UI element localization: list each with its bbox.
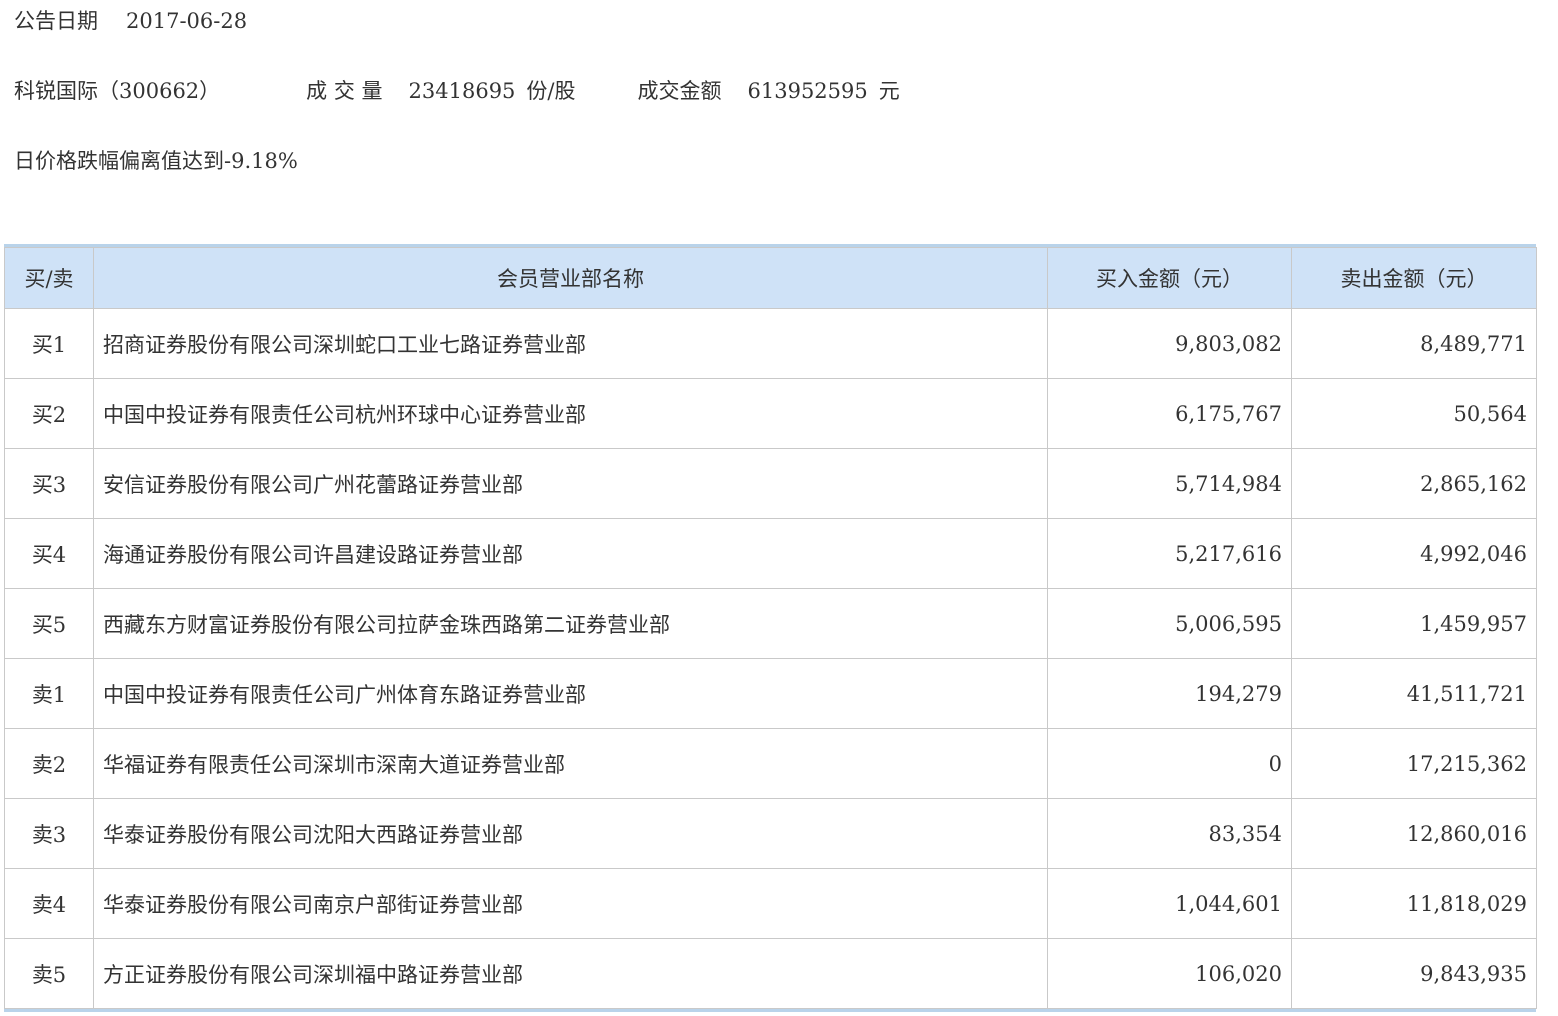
row-side: 买3 bbox=[4, 448, 94, 519]
row-sell-amount: 1,459,957 bbox=[1291, 588, 1537, 659]
row-side: 买4 bbox=[4, 518, 94, 589]
row-buy-amount: 5,714,984 bbox=[1047, 448, 1292, 519]
row-side: 买1 bbox=[4, 308, 94, 379]
table-row: 买4 海通证券股份有限公司许昌建设路证券营业部 5,217,616 4,992,… bbox=[4, 518, 1537, 589]
table-row: 卖2 华福证券有限责任公司深圳市深南大道证券营业部 0 17,215,362 bbox=[4, 728, 1537, 799]
table-row: 卖1 中国中投证券有限责任公司广州体育东路证券营业部 194,279 41,51… bbox=[4, 658, 1537, 729]
table-row: 卖4 华泰证券股份有限公司南京户部街证券营业部 1,044,601 11,818… bbox=[4, 868, 1537, 939]
row-buy-amount: 6,175,767 bbox=[1047, 378, 1292, 449]
row-side: 卖2 bbox=[4, 728, 94, 799]
stock-summary-line: 科锐国际（300662） 成 交 量 23418695 份/股 成交金额 61395259… bbox=[14, 76, 900, 106]
row-sell-amount: 8,489,771 bbox=[1291, 308, 1537, 379]
row-branch-name: 中国中投证券有限责任公司杭州环球中心证券营业部 bbox=[93, 378, 1048, 449]
row-sell-amount: 4,992,046 bbox=[1291, 518, 1537, 589]
row-branch-name: 华福证券有限责任公司深圳市深南大道证券营业部 bbox=[93, 728, 1048, 799]
row-side: 卖5 bbox=[4, 938, 94, 1009]
trading-seats-table-container: 买/卖 会员营业部名称 买入金额（元） 卖出金额（元） 买1 招商证券股份有限公… bbox=[4, 244, 1537, 1012]
table-row: 买5 西藏东方财富证券股份有限公司拉萨金珠西路第二证券营业部 5,006,595… bbox=[4, 588, 1537, 659]
row-sell-amount: 11,818,029 bbox=[1291, 868, 1537, 939]
row-branch-name: 安信证券股份有限公司广州花蕾路证券营业部 bbox=[93, 448, 1048, 519]
row-buy-amount: 83,354 bbox=[1047, 798, 1292, 869]
row-buy-amount: 106,020 bbox=[1047, 938, 1292, 1009]
amount-label: 成交金额 bbox=[637, 79, 722, 103]
row-buy-amount: 0 bbox=[1047, 728, 1292, 799]
announcement-date-label: 公告日期 bbox=[14, 9, 98, 33]
row-sell-amount: 17,215,362 bbox=[1291, 728, 1537, 799]
row-buy-amount: 5,006,595 bbox=[1047, 588, 1292, 659]
row-sell-amount: 41,511,721 bbox=[1291, 658, 1537, 729]
volume-label: 成 交 量 bbox=[306, 79, 383, 103]
volume-value: 23418695 bbox=[408, 79, 516, 103]
row-branch-name: 西藏东方财富证券股份有限公司拉萨金珠西路第二证券营业部 bbox=[93, 588, 1048, 659]
listing-reason: 日价格跌幅偏离值达到-9.18% bbox=[14, 149, 298, 173]
header-buy-amount: 买入金额（元） bbox=[1047, 247, 1292, 309]
stock-name-code: 科锐国际（300662） bbox=[14, 79, 221, 103]
table-row: 买2 中国中投证券有限责任公司杭州环球中心证券营业部 6,175,767 50,… bbox=[4, 378, 1537, 449]
volume-unit: 份/股 bbox=[526, 79, 576, 103]
row-branch-name: 华泰证券股份有限公司南京户部街证券营业部 bbox=[93, 868, 1048, 939]
header-branch-name: 会员营业部名称 bbox=[93, 247, 1048, 309]
row-side: 买5 bbox=[4, 588, 94, 659]
row-buy-amount: 9,803,082 bbox=[1047, 308, 1292, 379]
row-side: 卖4 bbox=[4, 868, 94, 939]
table-row: 卖5 方正证券股份有限公司深圳福中路证券营业部 106,020 9,843,93… bbox=[4, 938, 1537, 1009]
header-side: 买/卖 bbox=[4, 247, 94, 309]
table-row: 买3 安信证券股份有限公司广州花蕾路证券营业部 5,714,984 2,865,… bbox=[4, 448, 1537, 519]
row-side: 买2 bbox=[4, 378, 94, 449]
row-branch-name: 招商证券股份有限公司深圳蛇口工业七路证券营业部 bbox=[93, 308, 1048, 379]
table-header-row: 买/卖 会员营业部名称 买入金额（元） 卖出金额（元） bbox=[4, 247, 1537, 309]
trading-seats-table: 买/卖 会员营业部名称 买入金额（元） 卖出金额（元） 买1 招商证券股份有限公… bbox=[4, 247, 1537, 1009]
row-sell-amount: 9,843,935 bbox=[1291, 938, 1537, 1009]
row-buy-amount: 194,279 bbox=[1047, 658, 1292, 729]
row-buy-amount: 1,044,601 bbox=[1047, 868, 1292, 939]
row-branch-name: 中国中投证券有限责任公司广州体育东路证券营业部 bbox=[93, 658, 1048, 729]
header-sell-amount: 卖出金额（元） bbox=[1291, 247, 1537, 309]
announcement-date-line: 公告日期 2017-06-28 bbox=[14, 6, 247, 36]
row-branch-name: 方正证券股份有限公司深圳福中路证券营业部 bbox=[93, 938, 1048, 1009]
row-sell-amount: 50,564 bbox=[1291, 378, 1537, 449]
amount-value: 613952595 bbox=[747, 79, 868, 103]
row-branch-name: 海通证券股份有限公司许昌建设路证券营业部 bbox=[93, 518, 1048, 589]
table-row: 买1 招商证券股份有限公司深圳蛇口工业七路证券营业部 9,803,082 8,4… bbox=[4, 308, 1537, 379]
row-side: 卖1 bbox=[4, 658, 94, 729]
table-row: 卖3 华泰证券股份有限公司沈阳大西路证券营业部 83,354 12,860,01… bbox=[4, 798, 1537, 869]
row-side: 卖3 bbox=[4, 798, 94, 869]
row-sell-amount: 2,865,162 bbox=[1291, 448, 1537, 519]
row-sell-amount: 12,860,016 bbox=[1291, 798, 1537, 869]
amount-unit: 元 bbox=[878, 79, 900, 103]
row-buy-amount: 5,217,616 bbox=[1047, 518, 1292, 589]
row-branch-name: 华泰证券股份有限公司沈阳大西路证券营业部 bbox=[93, 798, 1048, 869]
announcement-date-value: 2017-06-28 bbox=[126, 9, 248, 33]
